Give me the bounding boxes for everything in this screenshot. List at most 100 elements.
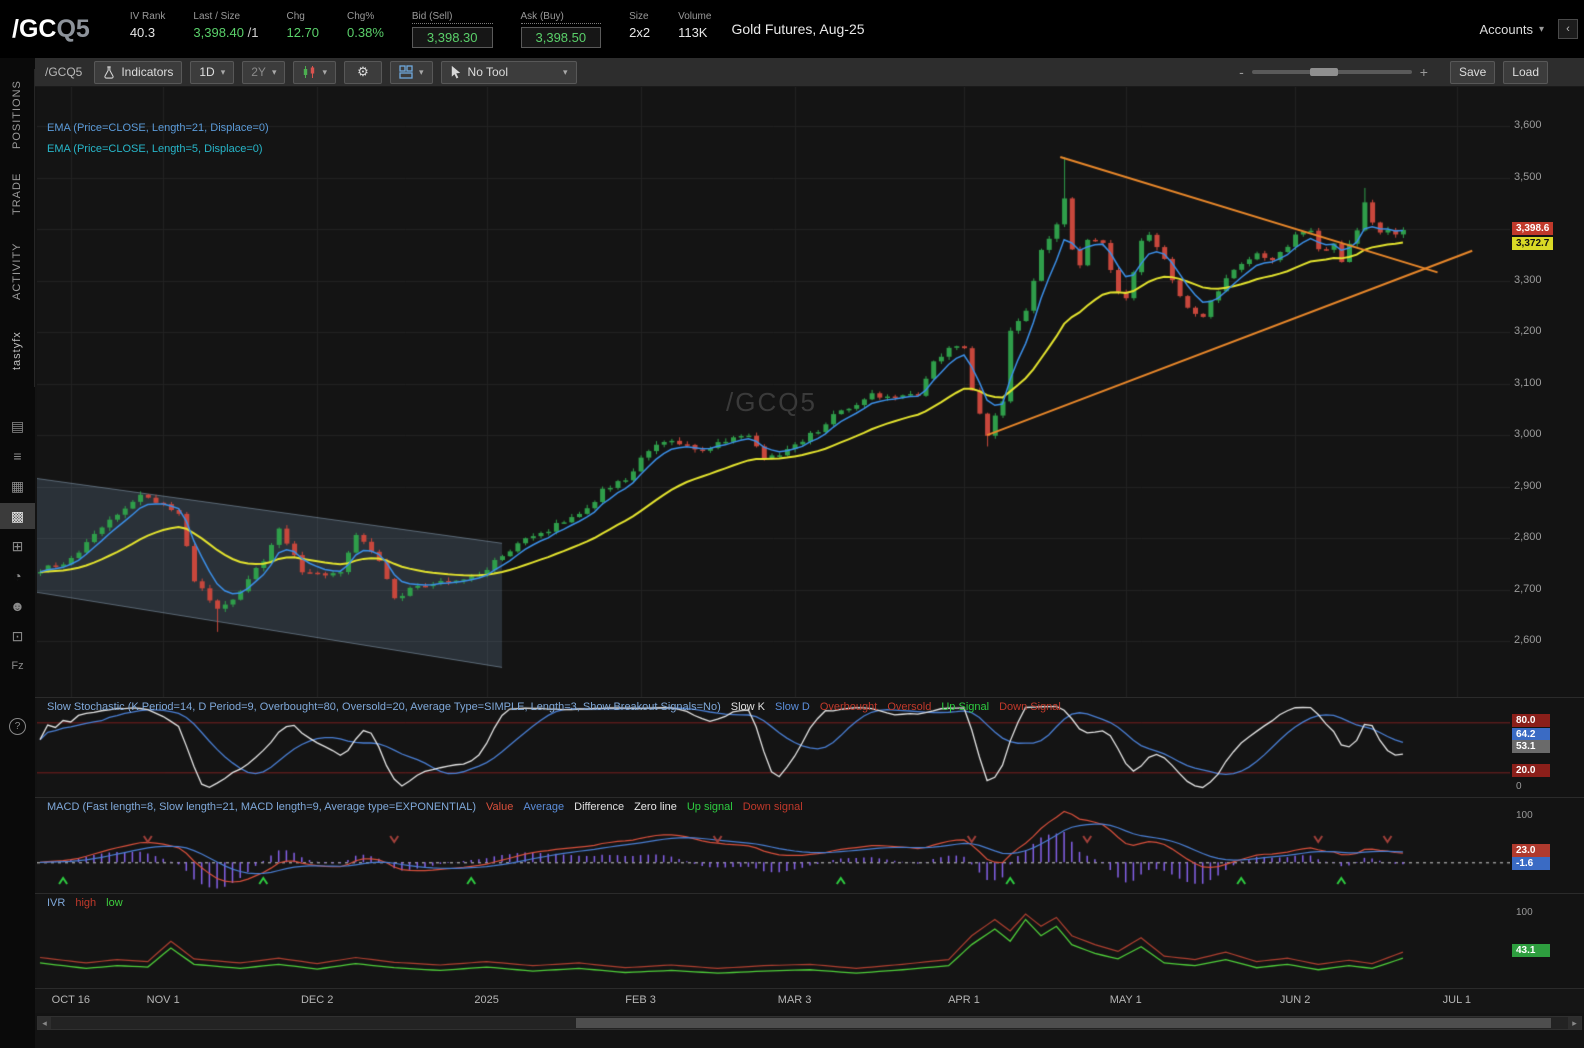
field-bid: Bid (Sell) 3,398.30 <box>411 11 493 48</box>
gear-icon: ⚙ <box>357 64 369 79</box>
sidebar-tab-positions[interactable]: POSITIONS <box>0 69 35 161</box>
x-axis-label: APR 1 <box>948 994 980 1006</box>
community-icon[interactable]: ☻ <box>0 593 35 619</box>
ivr-canvas[interactable] <box>37 894 1510 989</box>
scroll-right-icon[interactable]: ▸ <box>1568 1017 1581 1029</box>
ivr-title[interactable]: IVR high low <box>47 897 123 909</box>
sidebar-tab-tastyfx[interactable]: tastyfx <box>0 315 35 387</box>
chevron-down-icon: ▾ <box>220 66 226 77</box>
chevron-down-icon: ▾ <box>271 66 277 77</box>
legend-item: low <box>106 897 123 909</box>
macd-average-box: -1.6 <box>1512 857 1550 870</box>
help-icon[interactable]: ? <box>0 713 35 739</box>
stoch-overbought-box: 80.0 <box>1512 714 1550 727</box>
sidebar-icon-stack: ▤ ≡ ▦ ▩ ⊞ ◔ ☻ ⊡ Fz ? <box>0 413 35 739</box>
chart-settings-button[interactable]: ⚙ <box>344 60 382 84</box>
macd-top-label: 100 <box>1516 810 1533 821</box>
chg-pct-value: 0.38% <box>347 24 384 40</box>
price-chart-canvas[interactable] <box>37 87 1510 697</box>
zoom-out-button[interactable]: - <box>1239 64 1244 80</box>
legend-item: Value <box>486 801 514 813</box>
field-last-size: Last / Size 3,398.40 /1 <box>193 11 258 40</box>
x-axis-label: MAR 3 <box>777 994 812 1006</box>
sidebar-tab-activity[interactable]: ACTIVITY <box>0 227 35 315</box>
size-label: Size <box>629 10 649 22</box>
ask-button[interactable]: 3,398.50 <box>520 26 602 48</box>
chart-type-dropdown[interactable]: ▾ <box>293 60 336 84</box>
y-axis-label: 3,300 <box>1514 273 1542 286</box>
sidebar-tab-trade[interactable]: TRADE <box>0 161 35 227</box>
quote-header: /GCQ5 IV Rank 40.3 Last / Size 3,398.40 … <box>0 0 1584 58</box>
x-axis-label: 2025 <box>474 994 499 1006</box>
volume-value: 113K <box>678 24 708 40</box>
x-axis-label: DEC 2 <box>300 994 334 1006</box>
chart-scrollbar[interactable]: ◂ ▸ <box>37 1016 1582 1030</box>
load-button[interactable]: Load <box>1503 60 1548 84</box>
macd-title[interactable]: MACD (Fast length=8, Slow length=21, MAC… <box>47 801 803 813</box>
range-dropdown[interactable]: 2Y ▾ <box>242 60 286 84</box>
field-iv-rank: IV Rank 40.3 <box>130 11 166 40</box>
field-volume: Volume 113K <box>678 11 711 40</box>
bid-button[interactable]: 3,398.30 <box>411 26 493 48</box>
chg-label: Chg <box>286 10 305 22</box>
ivr-panel: IVR high low <box>35 893 1584 989</box>
cursor-icon <box>451 65 460 79</box>
zoom-control: - + <box>1239 64 1428 80</box>
contract-description: Gold Futures, Aug-25 <box>731 21 865 37</box>
x-axis-label: FEB 3 <box>625 994 656 1006</box>
accounts-menu[interactable]: Accounts ▾ <box>1479 22 1544 37</box>
chevron-down-icon: ▾ <box>322 66 327 77</box>
x-axis-label: OCT 16 <box>51 994 90 1006</box>
last-size-value: 3,398.40 /1 <box>193 24 259 40</box>
stochastic-canvas[interactable] <box>37 698 1510 798</box>
collapse-panel-icon[interactable]: ‹ <box>1558 19 1578 39</box>
size-value: 2x2 <box>629 24 651 40</box>
legend-item: Difference <box>574 801 625 813</box>
stoch-oversold-box: 20.0 <box>1512 764 1550 777</box>
zoom-slider[interactable] <box>1251 68 1412 76</box>
dashboard-icon[interactable]: ⊞ <box>0 533 35 559</box>
save-button[interactable]: Save <box>1449 60 1496 84</box>
stochastic-title[interactable]: Slow Stochastic (K Period=14, D Period=9… <box>47 701 1061 713</box>
scroll-left-icon[interactable]: ◂ <box>38 1017 51 1029</box>
legend-item: Slow K <box>730 701 765 713</box>
history-clock-icon[interactable]: ◔ <box>0 563 35 589</box>
zoom-in-button[interactable]: + <box>1420 64 1428 80</box>
y-axis-label: 2,700 <box>1514 582 1542 595</box>
timeframe-dropdown[interactable]: 1D ▾ <box>190 60 235 84</box>
y-axis-label: 3,600 <box>1514 119 1542 132</box>
widgets-icon[interactable]: ⊡ <box>0 623 35 649</box>
macd-value-box: 23.0 <box>1512 844 1550 857</box>
last-price-box: 3,398.6 <box>1512 222 1554 235</box>
chart-icon[interactable]: ▩ <box>0 503 35 529</box>
quote-fields: IV Rank 40.3 Last / Size 3,398.40 /1 Chg… <box>130 10 711 48</box>
scrollbar-thumb[interactable] <box>576 1018 1551 1028</box>
y-axis-label: 3,500 <box>1514 170 1542 183</box>
news-icon[interactable]: ▤ <box>0 413 35 439</box>
forex-icon[interactable]: Fz <box>0 653 35 679</box>
ema21-study-label[interactable]: EMA (Price=CLOSE, Length=21, Displace=0) <box>47 122 269 134</box>
ema5-study-label[interactable]: EMA (Price=CLOSE, Length=5, Displace=0) <box>47 143 263 155</box>
y-axis-label: 3,100 <box>1514 376 1542 389</box>
chart-workspace: /GCQ5 Indicators 1D ▾ 2Y ▾ ▾ ⚙ ▾ No Tool… <box>35 58 1584 1048</box>
watchlist-icon[interactable]: ≡ <box>0 443 35 469</box>
bid-label: Bid (Sell) <box>411 11 493 24</box>
drawing-tool-dropdown[interactable]: No Tool ▾ <box>440 60 577 84</box>
grid-layout-icon <box>399 65 413 79</box>
legend-item: high <box>75 897 97 909</box>
layout-grid-dropdown[interactable]: ▾ <box>390 60 433 84</box>
chevron-down-icon: ▾ <box>563 66 568 77</box>
ivr-value-box: 43.1 <box>1512 944 1550 957</box>
chart-toolbar: /GCQ5 Indicators 1D ▾ 2Y ▾ ▾ ⚙ ▾ No Tool… <box>35 58 1584 87</box>
x-axis-label: MAY 1 <box>1109 994 1142 1006</box>
trading-platform: { "colors":{"up":"#2f9e4a","down":"#c847… <box>0 0 1584 1048</box>
field-ask: Ask (Buy) 3,398.50 <box>520 11 602 48</box>
zoom-slider-thumb[interactable] <box>1309 68 1338 76</box>
chevron-down-icon: ▾ <box>1538 23 1544 35</box>
indicators-button[interactable]: Indicators <box>94 60 183 84</box>
stoch-slowk-box: 53.1 <box>1512 740 1550 753</box>
chg-value: 12.70 <box>286 24 320 40</box>
calendar-icon[interactable]: ▦ <box>0 473 35 499</box>
legend-item: Average <box>523 801 565 813</box>
toolbar-symbol: /GCQ5 <box>45 65 83 79</box>
